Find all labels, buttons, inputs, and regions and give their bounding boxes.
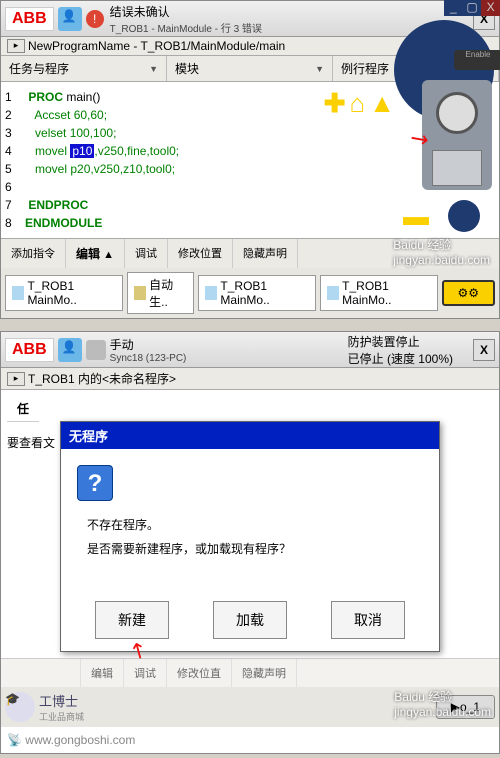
- close-button-2[interactable]: X: [473, 339, 495, 361]
- dialog-text: 不存在程序。 是否需要新建程序，或加载现有程序？: [87, 513, 423, 561]
- btn-modpos[interactable]: 修改位置: [168, 239, 233, 268]
- tab-1[interactable]: T_ROB1 MainMo..: [5, 275, 123, 311]
- watermark-2: Baidu 经验jingyan.baidu.com: [394, 688, 491, 719]
- btn-add-instr[interactable]: 添加指令: [1, 239, 66, 268]
- alert-icon[interactable]: !: [86, 10, 104, 28]
- tab-3[interactable]: T_ROB1 MainMo..: [198, 275, 316, 311]
- fold-icon[interactable]: ▸: [7, 39, 25, 53]
- path-bar-2: ▸ T_ROB1 内的<未命名程序>: [1, 368, 499, 390]
- question-icon: ?: [77, 465, 113, 501]
- mascot-icon: 🎓: [5, 692, 35, 722]
- title-mode: 手动 Sync18 (123-PC): [110, 336, 328, 364]
- robot-icon: [86, 340, 106, 360]
- footer-url: 📡 www.gongboshi.com: [1, 727, 499, 753]
- title-main: 结误未确认: [110, 5, 170, 19]
- fold-icon-2[interactable]: ▸: [7, 372, 25, 386]
- btn-hide-2[interactable]: 隐藏声明: [232, 659, 297, 687]
- path-bar: ▸ NewProgramName - T_ROB1/MainModule/mai…: [1, 37, 499, 56]
- title-sub: T_ROB1 - MainModule - 行 3 错误: [110, 20, 471, 35]
- btn-load[interactable]: 加载: [213, 601, 287, 639]
- dialog-title: 无程序: [61, 422, 439, 449]
- code-area[interactable]: 1 PROC main() 2 Accset 60,60; 3 velset 1…: [1, 82, 499, 238]
- brand-text: 工博士: [39, 691, 84, 710]
- status-block: 防护装置停止 已停止 (速度 100%): [348, 333, 453, 367]
- annotation-minus: ▬: [403, 197, 429, 236]
- title-text: 结误未确认 T_ROB1 - MainModule - 行 3 错误: [110, 3, 471, 35]
- titlebar-2: ABB 手动 Sync18 (123-PC) 防护装置停止 已停止 (速度 10…: [1, 332, 499, 368]
- gear-button[interactable]: ⚙⚙: [442, 280, 496, 306]
- bottom-window: ABB 手动 Sync18 (123-PC) 防护装置停止 已停止 (速度 10…: [0, 331, 500, 754]
- path-text: NewProgramName - T_ROB1/MainModule/main: [28, 39, 285, 53]
- user-icon[interactable]: [58, 7, 82, 31]
- user-icon-2[interactable]: [58, 338, 82, 362]
- watermark: Baidu 经验jingyan.baidu.com: [393, 236, 490, 267]
- tab-4[interactable]: T_ROB1 MainMo..: [320, 275, 438, 311]
- top-window: ABB ! 结误未确认 T_ROB1 - MainModule - 行 3 错误…: [0, 0, 500, 319]
- btn-edit-2[interactable]: 编辑: [81, 659, 124, 687]
- tab-2[interactable]: 自动生..: [127, 272, 194, 314]
- highlighted-p10: p10: [70, 144, 94, 158]
- btn-debug[interactable]: 调试: [125, 239, 168, 268]
- abb-logo: ABB: [5, 7, 54, 31]
- annotation-shapes: ✚⌂▲: [324, 84, 399, 123]
- toolbar-routine[interactable]: 例行程序▼: [333, 56, 499, 81]
- dialog-no-program: 无程序 ? 不存在程序。 是否需要新建程序，或加载现有程序？ 新建 加载 取消: [60, 421, 440, 652]
- btn-edit[interactable]: 编辑 ▲: [66, 239, 125, 268]
- abb-logo-2: ABB: [5, 338, 54, 362]
- toolbar-tasks[interactable]: 任务与程序▼: [1, 56, 167, 81]
- path-text-2: T_ROB1 内的<未命名程序>: [28, 370, 176, 387]
- brand-sub: 工业品商城: [39, 710, 84, 723]
- btn-modpos-2[interactable]: 修改位直: [167, 659, 232, 687]
- prompt-text: 要查看文: [7, 436, 55, 450]
- btn-new[interactable]: 新建: [95, 601, 169, 639]
- btn-debug-2[interactable]: 调试: [124, 659, 167, 687]
- titlebar: ABB ! 结误未确认 T_ROB1 - MainModule - 行 3 错误…: [1, 1, 499, 37]
- bottom-toolbar-2: 编辑 调试 修改位直 隐藏声明: [1, 658, 499, 687]
- toolbar-module[interactable]: 模块▼: [167, 56, 333, 81]
- toolbar: 任务与程序▼ 模块▼ 例行程序▼: [1, 56, 499, 82]
- btn-hide-decl[interactable]: 隐藏声明: [233, 239, 298, 268]
- tab-bar: T_ROB1 MainMo.. 自动生.. T_ROB1 MainMo.. T_…: [1, 268, 499, 318]
- btn-cancel[interactable]: 取消: [331, 601, 405, 639]
- close-button[interactable]: X: [473, 8, 495, 30]
